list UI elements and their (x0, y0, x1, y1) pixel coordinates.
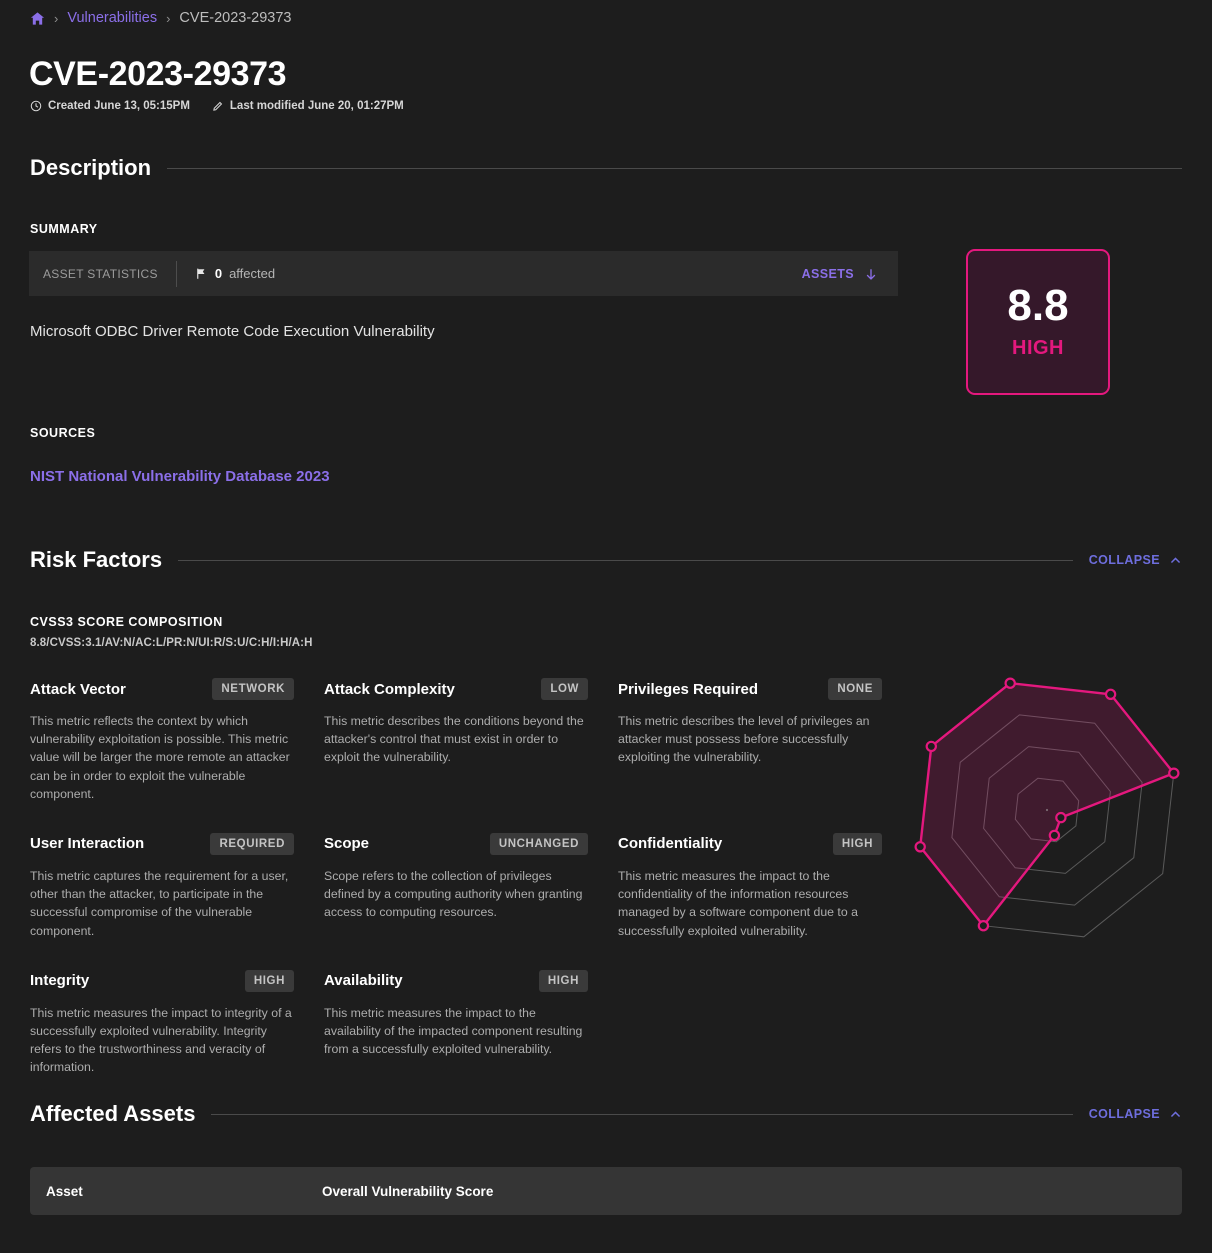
metric-name: Attack Vector (30, 680, 126, 698)
metric-description: This metric describes the level of privi… (618, 714, 870, 765)
summary-label: SUMMARY (30, 222, 98, 236)
flag-icon (195, 267, 208, 280)
risk-factors-collapse-button[interactable]: COLLAPSE (1089, 553, 1182, 567)
section-divider (211, 1113, 1073, 1115)
metric-name: Attack Complexity (324, 680, 455, 698)
metric-card: Privileges Required NONE This metric des… (618, 676, 882, 803)
metric-card: Confidentiality HIGH This metric measure… (618, 831, 882, 940)
metric-description: This metric captures the requirement for… (30, 868, 289, 938)
risk-factors-section-title: Risk Factors (30, 547, 163, 572)
metric-header: Availability HIGH (324, 968, 588, 994)
breadcrumb-current: CVE-2023-29373 (179, 10, 292, 26)
metric-description: This metric reflects the context by whic… (30, 714, 290, 801)
metric-card: Attack Complexity LOW This metric descri… (324, 676, 588, 803)
description-section-header: Description (30, 155, 1182, 181)
section-divider (167, 167, 1182, 169)
sources-label: SOURCES (30, 426, 96, 440)
metric-value-badge: UNCHANGED (489, 832, 588, 855)
chevron-up-icon (1169, 1108, 1182, 1121)
metric-name: Privileges Required (618, 680, 759, 698)
breadcrumb: › Vulnerabilities › CVE-2023-29373 (30, 10, 291, 26)
created-text: Created June 13, 05:15PM (48, 100, 190, 112)
metric-header: Integrity HIGH (30, 968, 294, 994)
metric-value-badge: LOW (541, 678, 588, 700)
risk-factors-section-header: Risk Factors COLLAPSE (30, 547, 1182, 573)
description-section-title: Description (30, 155, 152, 180)
source-link-nist[interactable]: NIST National Vulnerability Database 202… (30, 468, 330, 485)
affected-unit: affected (229, 266, 276, 281)
affected-assets-section-header: Affected Assets COLLAPSE (30, 1101, 1182, 1127)
metric-header: Privileges Required NONE (618, 676, 882, 702)
metric-header: Scope UNCHANGED (324, 831, 588, 857)
collapse-label: COLLAPSE (1088, 553, 1160, 567)
metric-name: Scope (324, 835, 370, 853)
arrow-down-icon (864, 267, 878, 281)
cvss-metric-grid: Attack Vector NETWORK This metric reflec… (30, 676, 888, 1076)
metric-card: Availability HIGH This metric measures t… (324, 968, 588, 1077)
metric-header: Attack Vector NETWORK (30, 676, 294, 702)
metric-card: Integrity HIGH This metric measures the … (30, 968, 294, 1077)
asset-statistics-bar: ASSET STATISTICS 0 affected ASSETS (29, 251, 898, 296)
metric-value-badge: HIGH (832, 832, 882, 855)
metric-grid-spacer (618, 968, 888, 1077)
metric-value-badge: HIGH (244, 969, 294, 992)
metric-name: User Interaction (30, 835, 145, 853)
affected-assets-section-title: Affected Assets (30, 1101, 196, 1126)
assets-link-label: ASSETS (801, 266, 854, 281)
column-header-asset[interactable]: Asset (30, 1184, 322, 1199)
modified-meta: Last modified June 20, 01:27PM (212, 100, 404, 112)
metric-value-badge: HIGH (538, 969, 588, 992)
metric-name: Availability (324, 972, 403, 990)
metric-description: This metric measures the impact to the a… (324, 1005, 583, 1057)
pencil-icon (212, 100, 224, 112)
metric-card: User Interaction REQUIRED This metric ca… (30, 831, 294, 940)
summary-text: Microsoft ODBC Driver Remote Code Execut… (30, 323, 435, 340)
metric-description: Scope refers to the collection of privil… (324, 868, 583, 920)
chevron-up-icon (1169, 554, 1182, 567)
clock-icon (30, 100, 42, 112)
affected-count: 0 (214, 266, 223, 281)
metric-description: This metric describes the conditions bey… (324, 714, 584, 765)
metric-name: Confidentiality (618, 835, 723, 853)
affected-assets-table-header: Asset Overall Vulnerability Score (30, 1167, 1182, 1215)
metric-header: User Interaction REQUIRED (30, 831, 294, 857)
affected-count-group: 0 affected (177, 266, 275, 281)
metric-value-badge: NONE (828, 678, 882, 700)
affected-assets-collapse-button[interactable]: COLLAPSE (1089, 1107, 1182, 1121)
assets-link[interactable]: ASSETS (802, 267, 898, 281)
metric-value-badge: NETWORK (212, 678, 294, 700)
cvss-radar-chart (900, 655, 1200, 955)
asset-statistics-label: ASSET STATISTICS (29, 260, 177, 287)
cvss-score-value: 8.8 (1007, 281, 1069, 330)
cvss-severity-label: HIGH (1012, 337, 1064, 359)
metric-value-badge: REQUIRED (210, 832, 294, 855)
section-divider (178, 559, 1073, 561)
modified-text: Last modified June 20, 01:27PM (229, 100, 404, 112)
breadcrumb-separator-2: › (166, 10, 171, 26)
created-meta: Created June 13, 05:15PM (30, 100, 190, 112)
page-meta: Created June 13, 05:15PM Last modified J… (30, 100, 404, 112)
collapse-label: COLLAPSE (1088, 1107, 1160, 1121)
home-icon[interactable] (30, 11, 45, 26)
metric-header: Attack Complexity LOW (324, 676, 588, 702)
cvss-composition-label: CVSS3 SCORE COMPOSITION (30, 615, 223, 629)
vulnerability-detail-page: › Vulnerabilities › CVE-2023-29373 CVE-2… (0, 0, 1212, 1253)
breadcrumb-link-vulnerabilities[interactable]: Vulnerabilities (67, 10, 157, 26)
metric-card: Attack Vector NETWORK This metric reflec… (30, 676, 294, 803)
metric-description: This metric measures the impact to the c… (618, 868, 858, 938)
metric-card: Scope UNCHANGED Scope refers to the coll… (324, 831, 588, 940)
cvss-score-badge: 8.8 HIGH (966, 249, 1110, 395)
metric-description: This metric measures the impact to integ… (30, 1005, 292, 1075)
column-header-score[interactable]: Overall Vulnerability Score (322, 1184, 493, 1199)
breadcrumb-separator-1: › (54, 10, 59, 26)
metric-header: Confidentiality HIGH (618, 831, 882, 857)
metric-name: Integrity (30, 972, 90, 990)
cvss-vector-string: 8.8/CVSS:3.1/AV:N/AC:L/PR:N/UI:R/S:U/C:H… (30, 637, 313, 649)
page-title: CVE-2023-29373 (29, 55, 287, 93)
